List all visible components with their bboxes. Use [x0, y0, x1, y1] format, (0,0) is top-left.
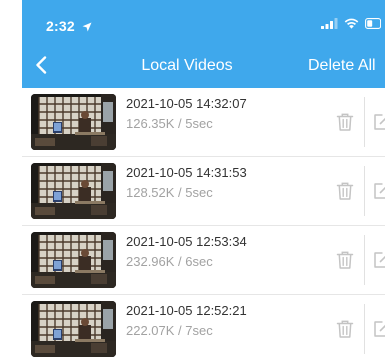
delete-button[interactable] [335, 250, 355, 270]
divider [364, 166, 365, 216]
trash-icon [336, 320, 354, 338]
video-thumbnail[interactable] [31, 163, 116, 219]
battery-icon [365, 18, 381, 29]
divider [364, 235, 365, 285]
video-list-item[interactable]: 2021-10-05 12:52:21 222.07K / 7sec [22, 295, 385, 357]
edit-icon [374, 114, 385, 130]
video-list-item[interactable]: 2021-10-05 12:53:34 232.96K / 6sec [22, 226, 385, 295]
video-list-item[interactable]: 2021-10-05 14:31:53 128.52K / 5sec [22, 157, 385, 226]
edit-button[interactable] [372, 319, 385, 339]
app-screen: 2:32 Local Videos Delete All 2021-10-05 … [22, 0, 385, 357]
status-icons [321, 18, 381, 29]
delete-all-button[interactable]: Delete All [308, 57, 376, 75]
trash-icon [336, 182, 354, 200]
video-date: 2021-10-05 12:52:21 [126, 303, 247, 318]
location-arrow-icon [82, 22, 92, 32]
trash-icon [336, 113, 354, 131]
video-thumbnail[interactable] [31, 232, 116, 288]
navigation-bar: Local Videos Delete All [22, 42, 385, 88]
divider [364, 304, 365, 354]
divider [364, 97, 365, 147]
video-thumbnail-image [31, 94, 116, 150]
video-size-duration: 128.52K / 5sec [126, 185, 213, 200]
delete-button[interactable] [335, 181, 355, 201]
video-thumbnail[interactable] [31, 94, 116, 150]
delete-button[interactable] [335, 112, 355, 132]
video-thumbnail-image [31, 232, 116, 288]
video-thumbnail[interactable] [31, 301, 116, 357]
video-list-item[interactable]: 2021-10-05 14:32:07 126.35K / 5sec [22, 88, 385, 157]
video-size-duration: 232.96K / 6sec [126, 254, 213, 269]
edit-button[interactable] [372, 112, 385, 132]
edit-icon [374, 321, 385, 337]
edit-button[interactable] [372, 250, 385, 270]
status-time: 2:32 [46, 18, 92, 34]
page-title: Local Videos [141, 57, 233, 74]
status-bar: 2:32 [22, 0, 385, 42]
status-time-text: 2:32 [46, 18, 75, 34]
delete-button[interactable] [335, 319, 355, 339]
wifi-icon [344, 18, 359, 29]
video-thumbnail-image [31, 301, 116, 357]
video-size-duration: 126.35K / 5sec [126, 116, 213, 131]
edit-icon [374, 183, 385, 199]
video-thumbnail-image [31, 163, 116, 219]
edit-button[interactable] [372, 181, 385, 201]
video-date: 2021-10-05 14:31:53 [126, 165, 247, 180]
edit-icon [374, 252, 385, 268]
video-date: 2021-10-05 14:32:07 [126, 96, 247, 111]
trash-icon [336, 251, 354, 269]
video-date: 2021-10-05 12:53:34 [126, 234, 247, 249]
cellular-signal-icon [321, 18, 338, 29]
video-list: 2021-10-05 14:32:07 126.35K / 5sec 2021-… [22, 88, 385, 357]
video-size-duration: 222.07K / 7sec [126, 323, 213, 338]
